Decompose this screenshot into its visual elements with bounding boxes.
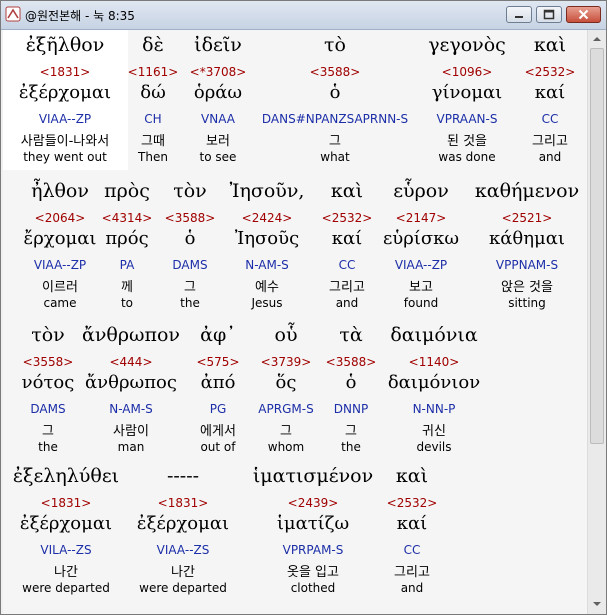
greek-word[interactable]: δαιμόνια — [354, 324, 514, 346]
morphology-code[interactable]: CC — [332, 543, 492, 557]
scroll-up-icon[interactable] — [589, 31, 605, 47]
korean-gloss[interactable]: 그리고 — [470, 130, 587, 149]
minimize-button[interactable] — [506, 6, 532, 23]
window-title: @원전본해 - 눅 8:35 — [25, 9, 135, 23]
korean-gloss[interactable]: 그리고 — [332, 561, 492, 580]
lexeme[interactable]: δαιμόνιον — [354, 372, 514, 393]
scroll-down-icon[interactable] — [589, 596, 605, 612]
english-gloss[interactable]: and — [470, 150, 587, 164]
app-window: @원전본해 - 눅 8:35 ἐξῆλθον <1831> ἐξέρχομαι VIA… — [0, 0, 607, 615]
strong-number[interactable]: <2532> — [470, 65, 587, 79]
lexeme[interactable]: καί — [332, 513, 492, 534]
english-gloss[interactable]: sitting — [447, 296, 587, 310]
interlinear-view[interactable]: ἐξῆλθον <1831> ἐξέρχομαι VIAA--ZP 사람들이-나와서 th… — [3, 30, 587, 614]
minimize-icon — [515, 16, 523, 18]
morphology-code[interactable]: VPPNAM-S — [447, 258, 587, 272]
english-gloss[interactable]: and — [332, 581, 492, 595]
korean-gloss[interactable]: 귀신 — [354, 420, 514, 439]
english-gloss[interactable]: devils — [354, 440, 514, 454]
lexeme[interactable]: κάθημαι — [447, 228, 587, 249]
close-button[interactable] — [566, 6, 601, 23]
greek-word[interactable]: καθήμενον — [447, 180, 587, 202]
vertical-scrollbar[interactable] — [587, 30, 606, 614]
strong-number[interactable]: <1140> — [354, 355, 514, 369]
morphology-code[interactable]: N-NN-P — [354, 402, 514, 416]
maximize-button[interactable] — [536, 6, 562, 23]
greek-word[interactable]: καὶ — [470, 34, 587, 56]
close-icon — [578, 9, 589, 20]
title-bar[interactable]: @원전본해 - 눅 8:35 — [1, 1, 606, 30]
korean-gloss[interactable]: 앉은 것을 — [447, 276, 587, 295]
greek-word[interactable]: καὶ — [332, 465, 492, 487]
lexeme[interactable]: καί — [470, 82, 587, 103]
morphology-code[interactable]: CC — [470, 112, 587, 126]
scroll-thumb[interactable] — [590, 48, 604, 444]
strong-number[interactable]: <2521> — [447, 211, 587, 225]
app-icon — [5, 6, 21, 22]
maximize-icon — [543, 9, 555, 20]
strong-number[interactable]: <2532> — [332, 496, 492, 510]
